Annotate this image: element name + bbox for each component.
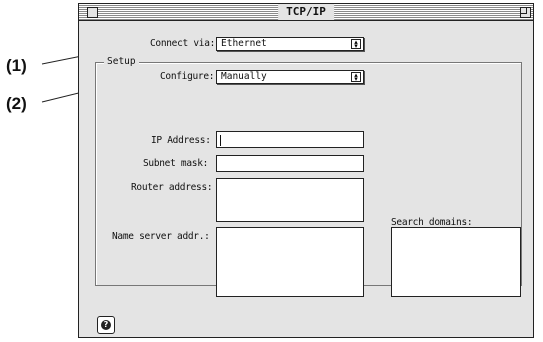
callout-1: (1) bbox=[6, 56, 27, 75]
router-address-label: Router address: bbox=[131, 182, 213, 193]
configure-label: Configure: bbox=[160, 71, 215, 82]
connect-via-popup[interactable]: Ethernet ▴ ▾ bbox=[216, 37, 364, 51]
tcpip-window: TCP/IP Connect via: Ethernet ▴ ▾ Setup Co… bbox=[78, 3, 534, 338]
up-down-arrows-icon: ▴ ▾ bbox=[351, 72, 361, 83]
text-caret bbox=[220, 135, 221, 146]
subnet-mask-field[interactable] bbox=[216, 155, 364, 172]
ip-address-label: IP Address: bbox=[151, 135, 211, 146]
configure-popup[interactable]: Manually ▴ ▾ bbox=[216, 70, 364, 84]
help-icon: ? bbox=[101, 320, 111, 330]
ip-address-field[interactable] bbox=[216, 131, 364, 148]
connect-via-label: Connect via: bbox=[150, 38, 216, 49]
name-server-field[interactable] bbox=[216, 227, 364, 297]
help-button[interactable]: ? bbox=[97, 316, 115, 334]
connect-via-value: Ethernet bbox=[221, 38, 267, 49]
setup-group-title: Setup bbox=[104, 56, 139, 67]
up-down-arrows-icon: ▴ ▾ bbox=[351, 39, 361, 50]
close-box-icon[interactable] bbox=[87, 7, 98, 18]
search-domains-field[interactable] bbox=[391, 227, 521, 297]
subnet-mask-label: Subnet mask: bbox=[143, 158, 209, 169]
name-server-label: Name server addr.: bbox=[112, 231, 210, 242]
configure-value: Manually bbox=[221, 71, 267, 82]
title-bar[interactable]: TCP/IP bbox=[79, 4, 533, 21]
zoom-box-icon[interactable] bbox=[520, 7, 531, 18]
window-title: TCP/IP bbox=[278, 4, 334, 20]
callout-2: (2) bbox=[6, 94, 27, 113]
router-address-field[interactable] bbox=[216, 178, 364, 222]
